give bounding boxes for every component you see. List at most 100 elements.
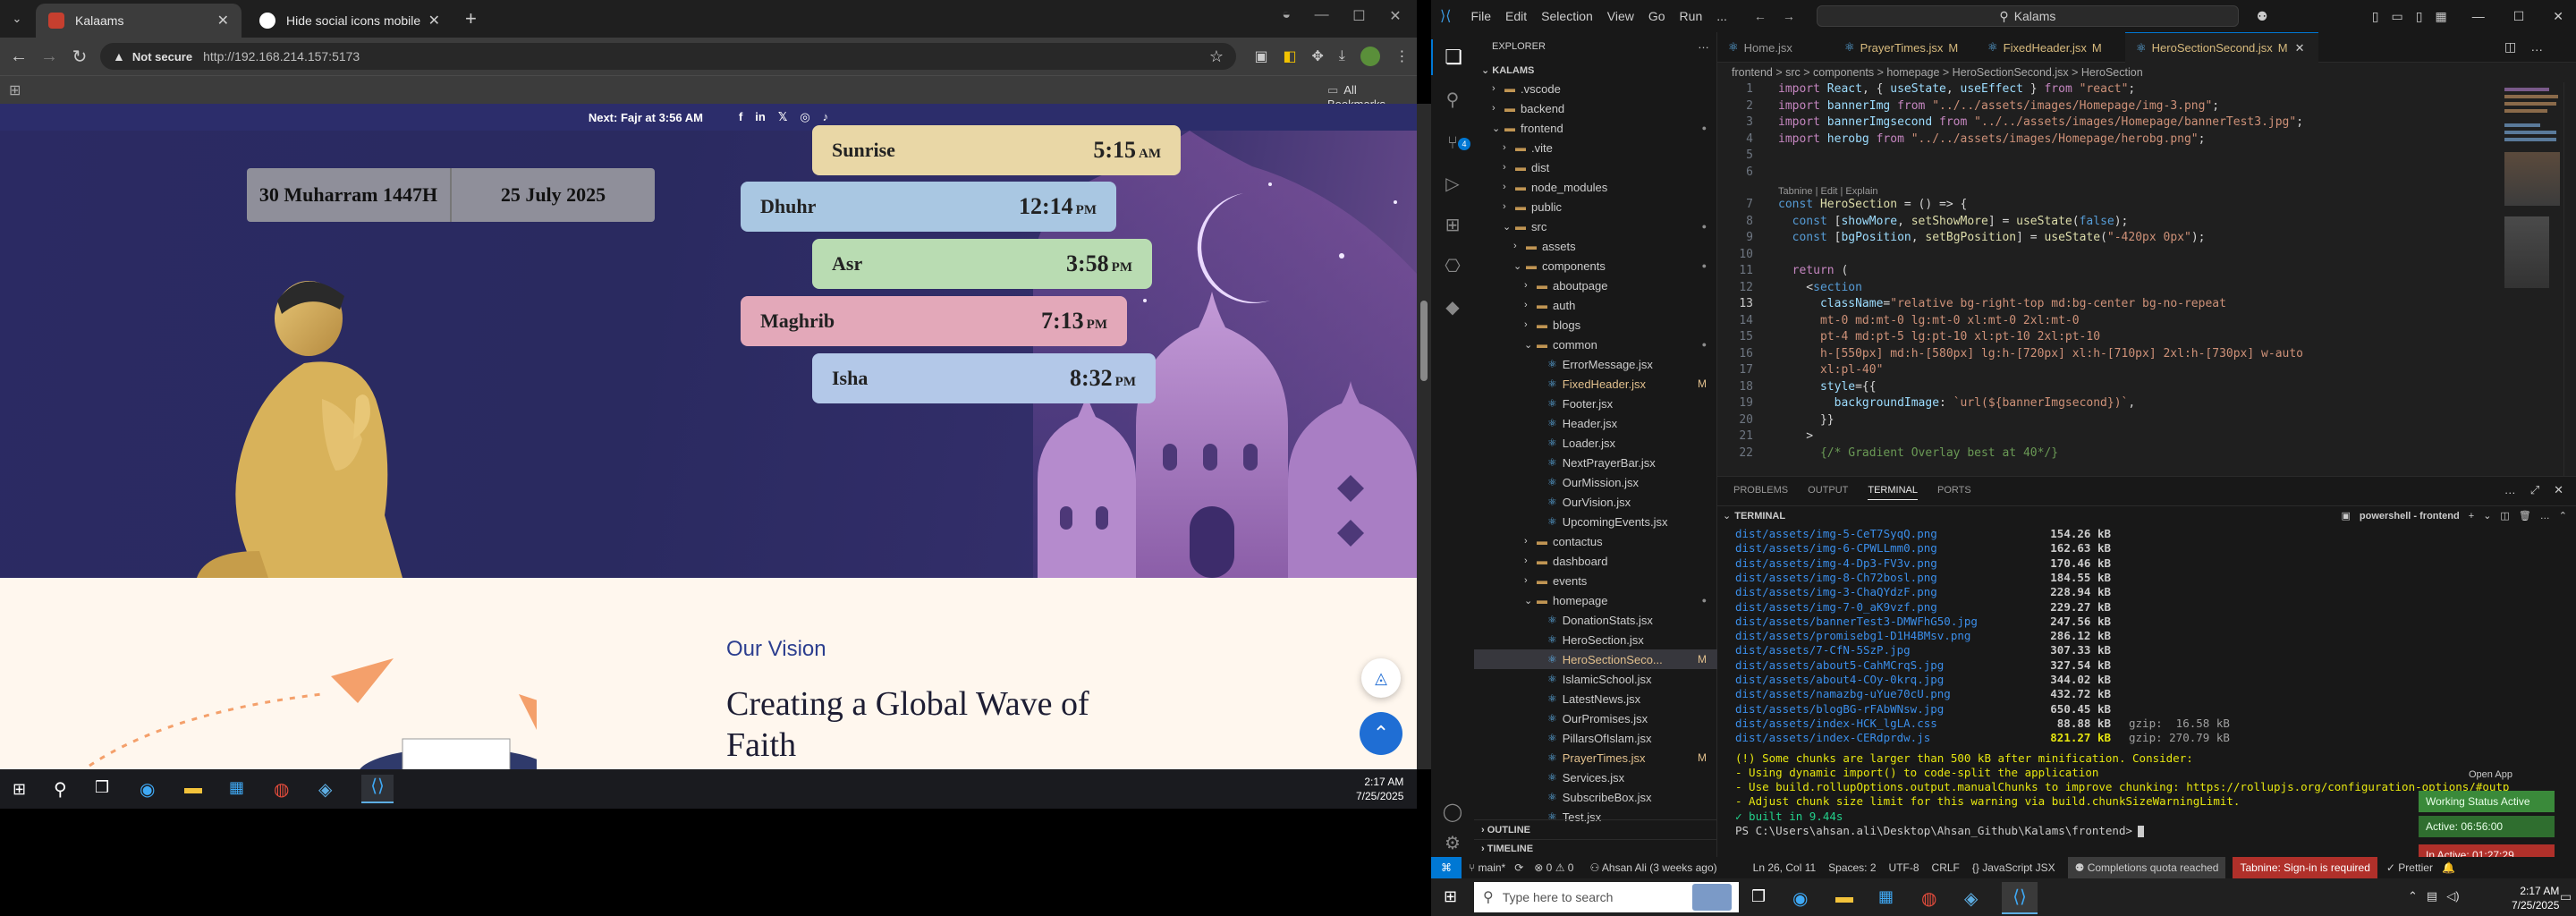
- maximize-icon[interactable]: ☐: [1352, 7, 1365, 25]
- tree-item[interactable]: ⌄ ▬ components ●: [1474, 256, 1717, 276]
- apps-grid-icon[interactable]: ⊞: [9, 81, 21, 99]
- tab-hide-social-icons[interactable]: Hide social icons mobile ✕: [247, 4, 453, 38]
- settings-gear-icon[interactable]: ⚙: [1431, 830, 1474, 857]
- search-icon[interactable]: ⚲: [1431, 82, 1474, 118]
- terminal-collapse[interactable]: ⌄: [1723, 510, 1731, 522]
- url-text[interactable]: http://192.168.214.157:5173: [203, 49, 360, 64]
- tree-item[interactable]: ⚛ Loader.jsx: [1474, 433, 1717, 453]
- store-icon[interactable]: ▦: [229, 778, 244, 797]
- code-line[interactable]: import bannerImg from "../../assets/imag…: [1778, 99, 2219, 115]
- menu-view[interactable]: View: [1607, 9, 1634, 23]
- tree-item[interactable]: › ▬ public: [1474, 197, 1717, 216]
- chrome-icon[interactable]: ◍: [274, 778, 289, 801]
- menu-go[interactable]: Go: [1648, 9, 1665, 23]
- terminal-dropdown-icon[interactable]: ⌄: [2483, 510, 2491, 522]
- windows-start-icon[interactable]: ⊞: [1444, 887, 1457, 906]
- copilot-status[interactable]: ⚉ Completions quota reached: [2067, 857, 2226, 878]
- encoding[interactable]: UTF-8: [1889, 861, 1919, 874]
- close-tab-icon[interactable]: ✕: [2295, 41, 2305, 55]
- scroll-to-top-button[interactable]: ⌃: [1360, 712, 1402, 755]
- editor-tab-herosectionsecond[interactable]: ⚛ HeroSectionSecond.jsx M ✕: [2125, 32, 2318, 63]
- toggle-sidebar-icon[interactable]: ▯: [2372, 9, 2379, 24]
- omnibox[interactable]: ▲ Not secure http://192.168.214.157:5173…: [100, 43, 1236, 70]
- tree-item[interactable]: ⚛ ErrorMessage.jsx: [1474, 354, 1717, 374]
- language-mode[interactable]: {} JavaScript JSX: [1972, 861, 2055, 874]
- extension-icon[interactable]: ◧: [1283, 47, 1296, 65]
- editor-tab-prayertimes[interactable]: ⚛ PrayerTimes.jsx M: [1834, 32, 1977, 63]
- run-debug-icon[interactable]: ▷: [1431, 166, 1474, 202]
- tree-item[interactable]: ⚛ DonationStats.jsx: [1474, 610, 1717, 630]
- code-line[interactable]: backgroundImage: `url(${bannerImgsecond}…: [1778, 396, 2136, 412]
- tree-item[interactable]: › ▬ dashboard: [1474, 551, 1717, 571]
- tree-item[interactable]: ⚛ Services.jsx: [1474, 768, 1717, 787]
- cursor-position[interactable]: Ln 26, Col 11: [1753, 861, 1817, 874]
- tree-item[interactable]: › ▬ auth: [1474, 295, 1717, 315]
- terminal-scrollbar[interactable]: [2558, 527, 2576, 858]
- code-line[interactable]: h-[550px] md:h-[580px] lg:h-[720px] xl:h…: [1778, 347, 2303, 363]
- tree-item[interactable]: ⚛ OurMission.jsx: [1474, 472, 1717, 492]
- tree-item[interactable]: ⚛ HeroSectionSeco... M: [1474, 649, 1717, 669]
- downloads-icon[interactable]: ⤓: [1339, 48, 1345, 64]
- reload-icon[interactable]: ↻: [64, 46, 95, 68]
- tree-item[interactable]: ⚛ OurPromises.jsx: [1474, 708, 1717, 728]
- toggle-panel-icon[interactable]: ▭: [2392, 9, 2403, 24]
- menu-selection[interactable]: Selection: [1541, 9, 1593, 23]
- close-tab-icon[interactable]: ✕: [217, 12, 229, 30]
- code-line[interactable]: const [showMore, setShowMore] = useState…: [1778, 215, 2129, 231]
- command-center-search[interactable]: ⚲ Kalams: [1816, 5, 2239, 27]
- account-icon[interactable]: ◯: [1431, 794, 1474, 830]
- toggle-secondary-sidebar-icon[interactable]: ▯: [2416, 9, 2423, 24]
- tray-chevron-icon[interactable]: ⌃: [2408, 889, 2418, 903]
- tree-item[interactable]: ⌄ ▬ homepage ●: [1474, 590, 1717, 610]
- terminal-chevron-icon[interactable]: ⌃: [2559, 510, 2567, 522]
- notification-icon[interactable]: ▭: [2560, 889, 2572, 904]
- minimap[interactable]: [2501, 82, 2563, 315]
- editor-tab-home[interactable]: ⚛ Home.jsx: [1717, 32, 1834, 63]
- tree-item[interactable]: ⚛ OurVision.jsx: [1474, 492, 1717, 512]
- code-line[interactable]: }}: [1778, 413, 1835, 429]
- tabnine-status[interactable]: Tabnine: Sign-in is required: [2233, 857, 2377, 878]
- sync-icon[interactable]: ⟳: [1514, 861, 1523, 874]
- close-window-icon[interactable]: ✕: [2553, 9, 2563, 24]
- maximize-panel-icon[interactable]: ⤢: [2530, 483, 2539, 497]
- linkedin-icon[interactable]: in: [755, 110, 766, 124]
- scrollbar-thumb[interactable]: [1420, 301, 1428, 381]
- tree-item[interactable]: ⚛ HeroSection.jsx: [1474, 630, 1717, 649]
- tree-item[interactable]: ⌄ ▬ src ●: [1474, 216, 1717, 236]
- menu-more[interactable]: ...: [1716, 9, 1727, 23]
- tree-item[interactable]: ⚛ IslamicSchool.jsx: [1474, 669, 1717, 689]
- tiktok-icon[interactable]: ♪: [823, 110, 829, 124]
- menu-file[interactable]: File: [1470, 9, 1491, 23]
- minimize-icon[interactable]: —: [1315, 7, 1329, 25]
- code-line[interactable]: const [bgPosition, setBgPosition] = useS…: [1778, 231, 2206, 247]
- tree-item[interactable]: ⚛ UpcomingEvents.jsx: [1474, 512, 1717, 531]
- forward-icon[interactable]: →: [34, 47, 64, 67]
- working-status-badge[interactable]: Working Status Active: [2419, 791, 2555, 812]
- tree-item[interactable]: › ▬ node_modules: [1474, 177, 1717, 197]
- taskbar-clock[interactable]: 2:17 AM 7/25/2025: [2512, 884, 2559, 912]
- code-line[interactable]: import React, { useState, useEffect } fr…: [1778, 82, 2135, 98]
- tree-item[interactable]: › ▬ .vite: [1474, 138, 1717, 157]
- terminal-more-icon[interactable]: …: [2540, 511, 2550, 522]
- page-scrollbar[interactable]: [1417, 104, 1431, 769]
- branch-indicator[interactable]: ⑂ main*: [1469, 861, 1505, 874]
- workspace-root[interactable]: ⌄ KALAMS: [1481, 64, 1534, 76]
- code-line[interactable]: {/* Gradient Overlay best at 40*/}: [1778, 446, 2058, 462]
- code-line[interactable]: mt-0 md:mt-0 lg:mt-0 xl:mt-0 2xl:mt-0: [1778, 314, 2080, 330]
- tree-item[interactable]: ⚛ Header.jsx: [1474, 413, 1717, 433]
- panel-tab-output[interactable]: OUTPUT: [1808, 485, 1848, 496]
- extensions-icon[interactable]: ⊞: [1431, 208, 1474, 243]
- close-window-icon[interactable]: ✕: [1389, 7, 1401, 25]
- volume-icon[interactable]: ◁): [2446, 889, 2459, 903]
- tree-item[interactable]: › ▬ .vscode: [1474, 79, 1717, 98]
- line-endings[interactable]: CRLF: [1932, 861, 1960, 874]
- tree-item[interactable]: › ▬ assets: [1474, 236, 1717, 256]
- remote-indicator-icon[interactable]: ⌘: [1431, 857, 1462, 878]
- editor-more-icon[interactable]: …: [2530, 39, 2543, 55]
- split-terminal-icon[interactable]: ◫: [2500, 510, 2509, 522]
- remote-icon[interactable]: ⎔: [1431, 249, 1474, 284]
- file-explorer-icon[interactable]: ▬: [1835, 887, 1853, 908]
- problems-indicator[interactable]: ⊗ 0 ⚠ 0: [1534, 861, 1573, 874]
- tree-item[interactable]: › ▬ dist: [1474, 157, 1717, 177]
- instagram-icon[interactable]: ◎: [800, 110, 809, 124]
